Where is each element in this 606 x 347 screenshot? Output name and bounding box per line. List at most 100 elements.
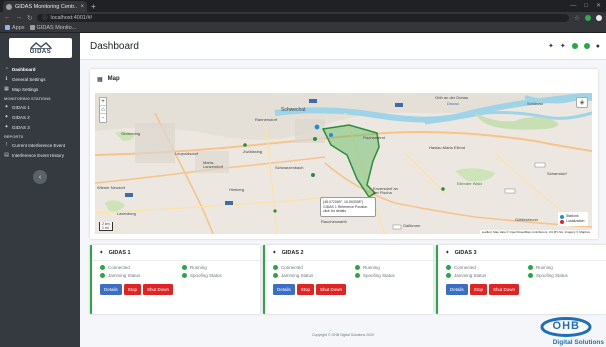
stop-button[interactable]: Stop <box>469 284 488 295</box>
apps-icon <box>5 25 10 30</box>
sidebar-item-general-settings[interactable]: ℹ General Settings <box>0 74 80 84</box>
stop-button[interactable]: Stop <box>123 284 142 295</box>
status-dot <box>355 273 360 278</box>
maximize-icon[interactable]: □ <box>584 1 588 12</box>
globe-icon <box>29 25 35 30</box>
zoom-out-button[interactable]: - <box>100 114 106 122</box>
reload-icon[interactable]: ↻ <box>27 14 32 22</box>
satellite-icon[interactable]: ✦ <box>548 42 554 50</box>
status-spoofing: Spoofing Status <box>182 272 262 279</box>
map-place-label: Maria-Lanzendorf <box>203 160 224 169</box>
sidebar-item-current-event[interactable]: ! Current Interference Event <box>0 140 80 150</box>
map-place-label: Enzersdorf an der Fischa <box>373 186 398 195</box>
status-dot <box>446 273 451 278</box>
sidebar-item-event-history[interactable]: ▤ Interference Event History <box>0 150 80 160</box>
map-attribution[interactable]: Leaflet | Map data © OpenStreetMap contr… <box>479 230 592 234</box>
map-place-label: Leopoldsdorf <box>175 151 199 156</box>
tab-close-icon[interactable]: × <box>80 4 84 10</box>
home-icon[interactable]: ⌂ <box>100 106 106 114</box>
status-dot <box>446 265 451 270</box>
user-icon[interactable]: ● <box>596 43 600 50</box>
popup-details-link[interactable]: click for details <box>323 209 373 214</box>
satellite-icon: ✦ <box>445 249 450 256</box>
status-dot <box>528 273 533 278</box>
sidebar-heading-stations: MONITORING STATIONS <box>4 96 51 101</box>
address-bar: ← → ↻ ⓘ localhost:4001/#/ ☆ <box>0 12 606 23</box>
status-dot <box>100 265 105 270</box>
sidebar-item-gidas-3[interactable]: ✦ GIDAS 3 <box>0 122 80 132</box>
sidebar-heading-reports: REPORTS <box>4 134 24 139</box>
info-icon: ℹ <box>5 76 8 82</box>
status-running: Running <box>355 264 435 271</box>
status-dot <box>182 265 187 270</box>
station-status-grid: Connected Running Jamming Status Spoofin… <box>265 261 433 279</box>
legend-dot <box>560 219 564 224</box>
layers-icon[interactable]: ◈ <box>576 97 588 108</box>
info-icon: ⓘ <box>42 15 48 21</box>
bookmark-gidas[interactable]: GIDAS Monito... <box>29 25 76 31</box>
url-field[interactable]: ⓘ localhost:4001/#/ <box>37 13 570 22</box>
map-icon: ▦ <box>97 76 103 83</box>
status-jamming: Jamming Status <box>273 272 355 279</box>
station-name: GIDAS 2 <box>281 249 304 256</box>
profile-icon[interactable] <box>596 14 602 21</box>
details-button[interactable]: Details <box>100 284 122 295</box>
extension-icon[interactable] <box>585 14 591 21</box>
status-jamming: Jamming Status <box>446 272 528 279</box>
ohb-company: OHB <box>552 320 580 332</box>
status-connected: Connected <box>273 264 355 271</box>
map-popup[interactable]: (48.072069°, 16.593398°) GIDAS 1 Referen… <box>320 197 376 217</box>
status-spoofing: Spoofing Status <box>355 272 435 279</box>
gidas-logo[interactable]: GIDAS <box>9 38 72 58</box>
browser-tab[interactable]: GIDAS Monitoring Centr... × <box>3 1 87 12</box>
map-place-label: Rauchenwarth <box>321 219 347 224</box>
stop-button[interactable]: Stop <box>296 284 315 295</box>
map-legend: Stations Localization <box>558 212 588 226</box>
sidebar-item-dashboard[interactable]: ◔ Dashboard <box>0 64 80 74</box>
status-dot <box>273 265 278 270</box>
map-place-label: Fischamend <box>363 135 385 140</box>
sidebar-item-map-settings[interactable]: ▦ Map Settings <box>0 84 80 94</box>
status-running: Running <box>528 264 606 271</box>
ohb-tagline: Digital Solutions <box>552 339 604 346</box>
map-card: ▦ Map Orth an der Donau Schwechat Ranner… <box>90 69 598 239</box>
favicon-icon <box>6 3 12 10</box>
details-button[interactable]: Details <box>446 284 468 295</box>
url-text: localhost:4001/#/ <box>50 14 93 21</box>
sidebar-item-gidas-1[interactable]: ✦ GIDAS 1 <box>0 102 80 112</box>
sidebar-item-gidas-2[interactable]: ✦ GIDAS 2 <box>0 112 80 122</box>
status-dot <box>273 273 278 278</box>
map-place-label: Simmering <box>121 131 141 136</box>
back-icon[interactable]: ← <box>4 14 11 21</box>
satellite-icon: ✦ <box>4 114 9 120</box>
map-icon: ▦ <box>4 86 9 92</box>
star-icon[interactable]: ☆ <box>574 14 580 22</box>
main-content: Dashboard ✦ ✦ ● ▦ Map Orth an der Donau … <box>80 33 606 347</box>
map-view[interactable]: Orth an der Donau Schwechat Rannersdorf … <box>95 93 592 234</box>
exclamation-icon: ! <box>5 142 8 148</box>
map-place-label: Zwölfaxing <box>243 149 263 154</box>
zoom-in-button[interactable]: + <box>100 98 106 106</box>
status-jamming: Jamming Status <box>100 272 182 279</box>
new-tab-button[interactable]: + <box>91 1 96 12</box>
minimize-icon[interactable]: — <box>570 1 576 12</box>
map-place-label: Rannersdorf <box>255 117 278 122</box>
station-name: GIDAS 3 <box>454 249 477 256</box>
sidebar-toggle-button[interactable]: ‹ <box>33 170 47 184</box>
map-place-label: Laxenburg <box>117 211 136 216</box>
gidas-logo-icon <box>29 42 52 49</box>
station-card-header: ✦ GIDAS 1 <box>92 245 260 261</box>
status-running: Running <box>182 264 262 271</box>
shutdown-button[interactable]: Shut Down <box>316 284 347 295</box>
close-window-icon[interactable]: ✕ <box>596 1 601 12</box>
bookmark-apps[interactable]: Apps <box>5 25 25 31</box>
forward-icon[interactable]: → <box>16 14 23 21</box>
shutdown-button[interactable]: Shut Down <box>489 284 520 295</box>
map-place-label: Gallbrunn <box>403 223 421 228</box>
satellite-icon[interactable]: ✦ <box>560 42 566 50</box>
details-button[interactable]: Details <box>273 284 295 295</box>
bookmarks-bar: Apps GIDAS Monito... <box>0 23 606 33</box>
shutdown-button[interactable]: Shut Down <box>143 284 174 295</box>
station-status-grid: Connected Running Jamming Status Spoofin… <box>92 261 260 279</box>
status-spoofing: Spoofing Status <box>528 272 606 279</box>
